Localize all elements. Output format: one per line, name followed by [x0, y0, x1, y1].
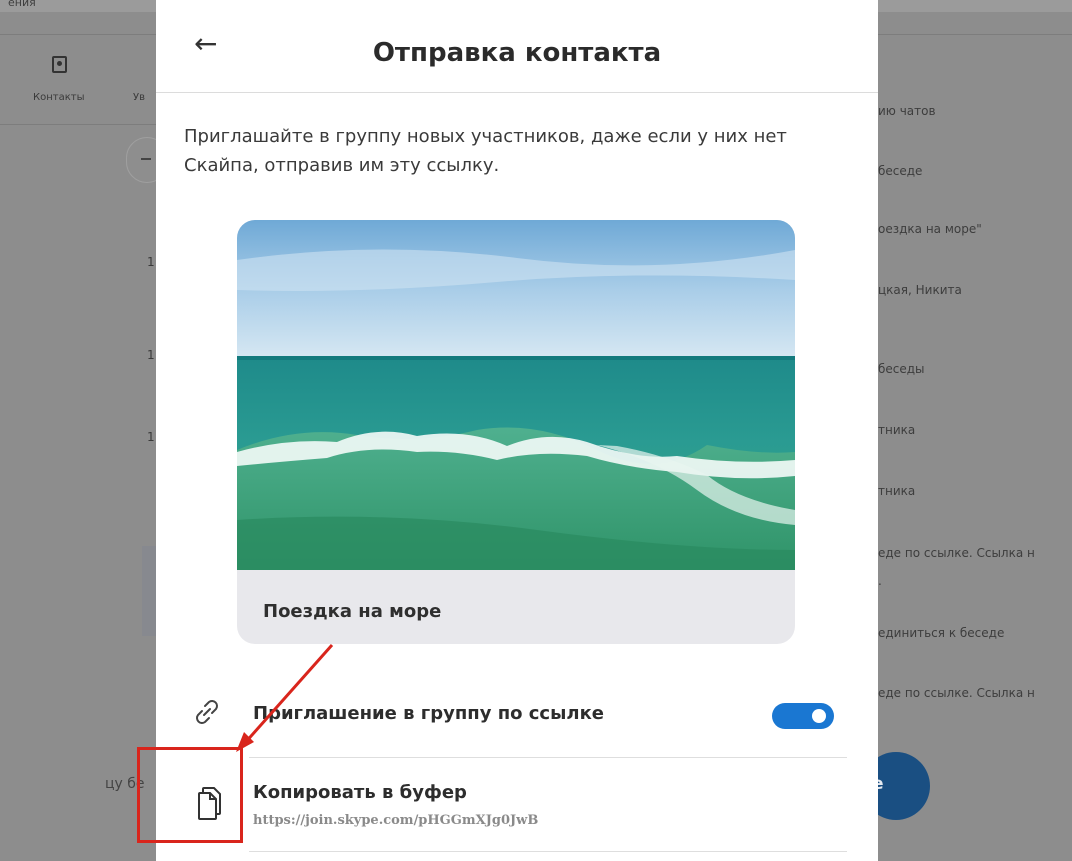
- group-card: Поездка на море: [237, 220, 795, 644]
- left-number: 1: [147, 430, 155, 444]
- background-list-item: беседы: [878, 362, 925, 376]
- left-number: 1: [147, 348, 155, 362]
- background-list-item: тника: [878, 484, 916, 498]
- divider: [249, 851, 847, 852]
- contacts-tab-label: Контакты: [33, 92, 85, 103]
- contacts-icon: [52, 56, 67, 73]
- background-list-item: тника: [878, 423, 916, 437]
- background-list-item: ию чатов: [878, 104, 936, 118]
- group-name: Поездка на море: [263, 601, 442, 622]
- dialog-title: Отправка контакта: [372, 38, 662, 68]
- dialog-description: Приглашайте в группу новых участников, д…: [184, 126, 787, 176]
- background-list-item: еде по ссылке. Ссылка н: [878, 686, 1035, 700]
- toggle-knob: [812, 709, 826, 723]
- copy-to-clipboard-button[interactable]: Копировать в буфер: [253, 782, 467, 803]
- invite-link-url[interactable]: https://join.skype.com/pHGGmXJg0JwB: [253, 813, 538, 828]
- left-number: 1: [147, 255, 155, 269]
- link-icon: [196, 700, 218, 724]
- divider: [249, 757, 847, 758]
- background-list-item: оездка на море": [878, 222, 982, 236]
- background-list-item: еде по ссылке. Ссылка н: [878, 546, 1035, 560]
- background-list-item: беседе: [878, 164, 923, 178]
- invite-link-toggle[interactable]: [772, 703, 834, 729]
- tab-partial-label: Ув: [133, 92, 145, 103]
- send-contact-dialog: ← Отправка контакта Приглашайте в группу…: [156, 0, 878, 861]
- sea-wave-photo: [237, 220, 795, 570]
- background-list-item: цкая, Никита: [878, 283, 962, 297]
- background-list-item: .: [878, 574, 882, 588]
- invite-link-label: Приглашение в группу по ссылке: [253, 703, 604, 724]
- background-list-item: единиться к беседе: [878, 626, 1005, 640]
- divider: [0, 34, 160, 35]
- top-partial-text: ения: [8, 0, 36, 9]
- divider: [0, 124, 160, 125]
- highlight-box: [137, 747, 243, 843]
- divider: [878, 34, 1072, 35]
- dialog-header: ← Отправка контакта: [156, 0, 878, 93]
